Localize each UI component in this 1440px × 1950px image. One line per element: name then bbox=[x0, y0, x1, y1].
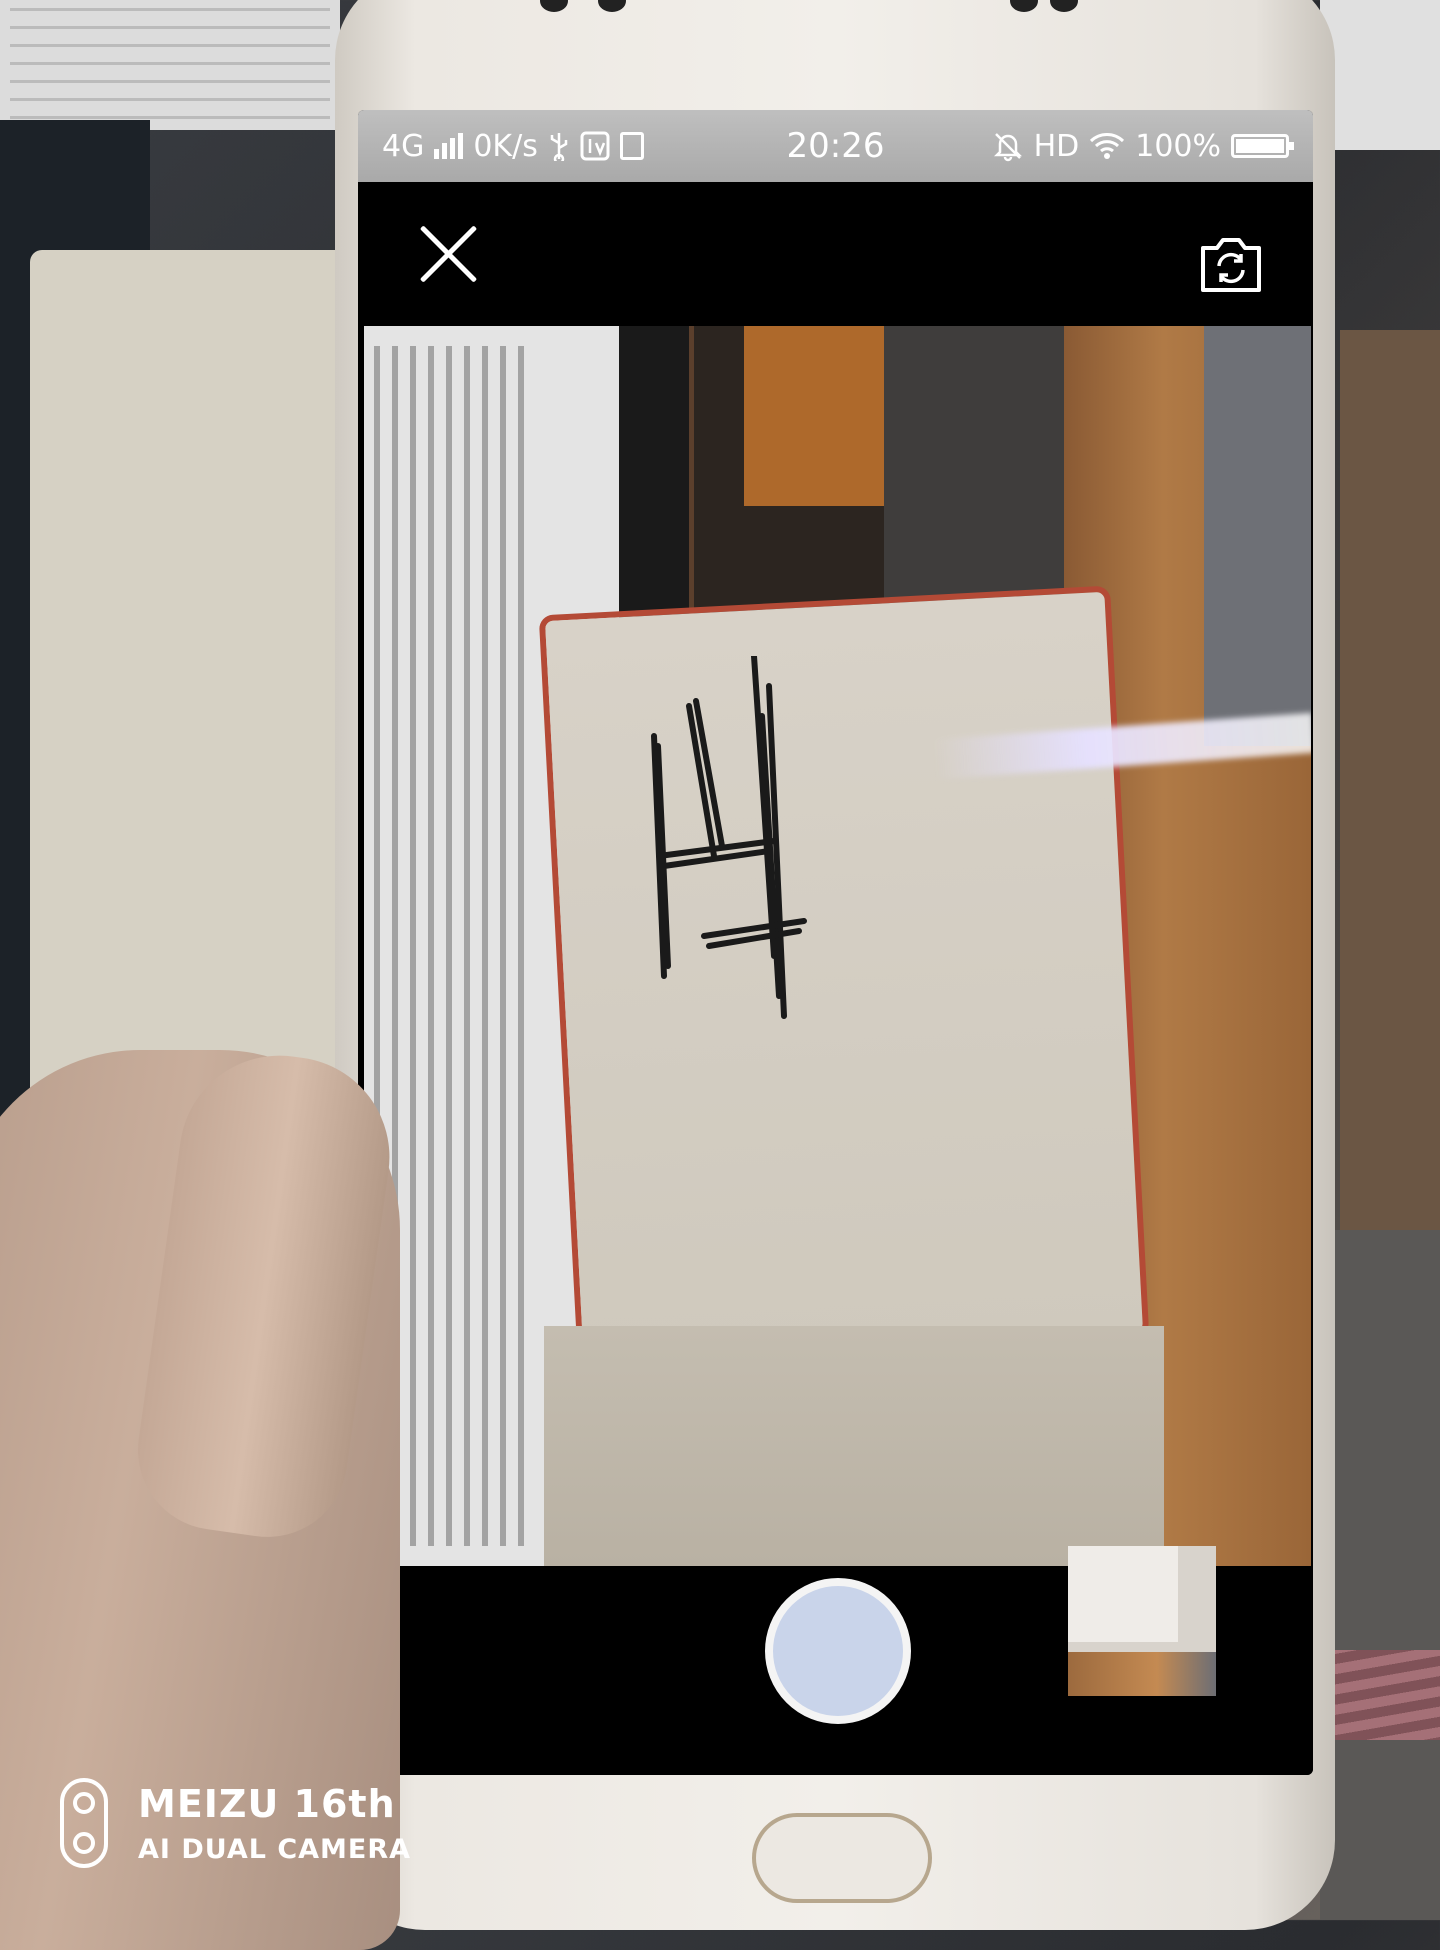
hd-badge: HD bbox=[1033, 128, 1080, 164]
camera-watermark: MEIZU 16th AI DUAL CAMERA bbox=[60, 1778, 411, 1868]
battery-icon bbox=[1231, 134, 1295, 158]
camera-switch-icon[interactable] bbox=[1197, 234, 1265, 294]
wifi-icon bbox=[1090, 133, 1125, 159]
preview-object bbox=[744, 326, 904, 506]
phone-sensors bbox=[540, 0, 1080, 20]
close-icon[interactable] bbox=[416, 222, 480, 286]
preview-gray-device bbox=[1204, 326, 1311, 746]
usb-icon bbox=[550, 133, 568, 161]
background-floor bbox=[1320, 1230, 1440, 1920]
status-time: 20:26 bbox=[786, 126, 885, 166]
background-notebook bbox=[30, 250, 360, 1120]
watermark-subtitle: AI DUAL CAMERA bbox=[138, 1833, 412, 1865]
camera-viewfinder[interactable] bbox=[364, 326, 1311, 1566]
home-button[interactable] bbox=[752, 1813, 932, 1903]
camera-bottom-bar bbox=[358, 1546, 1313, 1775]
background-paper bbox=[0, 0, 340, 130]
preview-device bbox=[884, 326, 1084, 626]
network-type: 4G bbox=[382, 128, 425, 164]
preview-sketch bbox=[651, 656, 807, 1019]
sim-icon bbox=[619, 132, 644, 160]
phone-screen: 4G 0K/s 20:26 HD 100% bbox=[358, 110, 1313, 1775]
network-speed: 0K/s bbox=[473, 128, 538, 164]
preview-notebook-page bbox=[544, 1326, 1164, 1566]
gallery-thumbnail[interactable] bbox=[1068, 1546, 1216, 1696]
shutter-button[interactable] bbox=[765, 1578, 911, 1724]
mute-bell-icon bbox=[993, 133, 1022, 162]
signal-icon bbox=[434, 133, 464, 159]
camera-top-bar bbox=[358, 182, 1313, 332]
battery-percent: 100% bbox=[1135, 128, 1222, 164]
status-bar: 4G 0K/s 20:26 HD 100% bbox=[358, 110, 1313, 182]
usb-debug-icon bbox=[580, 131, 610, 161]
watermark-brand: MEIZU 16th bbox=[138, 1781, 396, 1826]
background-object bbox=[1320, 0, 1440, 150]
background-desk bbox=[1340, 330, 1440, 1230]
dual-camera-icon bbox=[60, 1778, 108, 1868]
